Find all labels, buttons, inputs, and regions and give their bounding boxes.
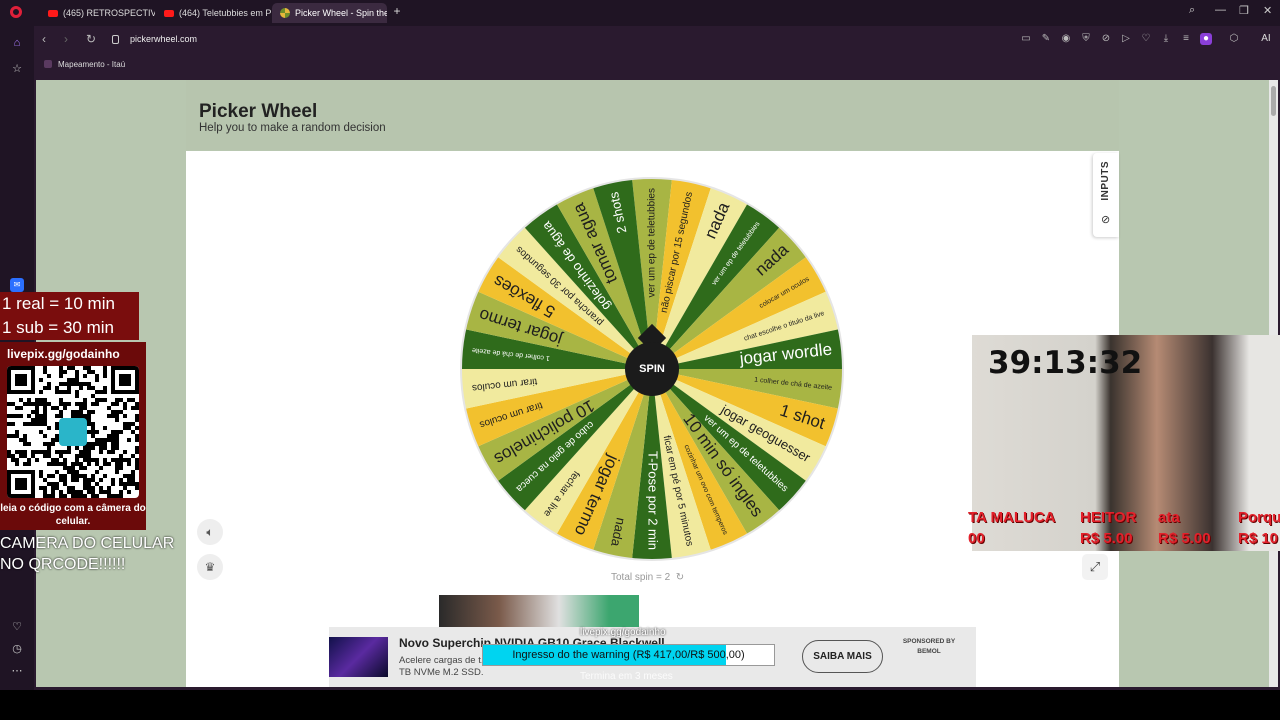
qr-caption: leia o código com a câmera do celular. <box>0 503 146 527</box>
ticker-amount: R$ 10 <box>1238 530 1279 547</box>
bookmark-mapeamento[interactable]: Mapeamento - Itaú <box>58 60 125 69</box>
tab-bar: (465) RETROSPECTIVA 202 (464) Teletubbie… <box>0 0 1280 26</box>
wheel-segment-label: T-Pose por 2 min <box>646 451 661 550</box>
ai-button[interactable]: AI <box>1252 33 1280 45</box>
speaker-icon: 🔈︎ <box>206 524 214 539</box>
page-subtitle: Help you to make a random decision <box>199 122 386 134</box>
tab-label: (465) RETROSPECTIVA 202 <box>63 8 155 18</box>
youtube-icon <box>48 9 58 17</box>
donation-goal-bar: Ingresso do the warning (R$ 417,00/R$ 50… <box>482 644 775 666</box>
qr-card: livepix.gg/godainho leia o código com a … <box>0 342 146 530</box>
ticker-name: Porque <box>1238 509 1280 526</box>
inputs-label: INPUTS <box>1100 161 1111 201</box>
eye-off-icon[interactable]: ⊘ <box>1101 213 1110 226</box>
tab-label: Picker Wheel - Spin the W <box>295 8 387 18</box>
more-icon[interactable]: ⋯ <box>10 664 24 678</box>
download-icon[interactable]: ⤓ <box>1160 33 1172 45</box>
wheel-segment-label: ver um ep de teletubbies <box>647 188 658 298</box>
back-icon[interactable]: ‹ <box>42 32 46 46</box>
wheel-icon <box>280 8 290 18</box>
inputs-tab[interactable]: INPUTS ⊘ <box>1093 153 1119 237</box>
camera-note: CAMERA DO CELULAR NO QRCODE!!!!!! <box>0 535 175 573</box>
lock-icon <box>112 35 119 44</box>
reload-icon[interactable]: ↻ <box>86 32 96 46</box>
star-icon[interactable]: ☆ <box>10 62 24 76</box>
donation-ticker-item: HEITOR R$ 5.00 <box>1080 507 1136 549</box>
opera-logo-icon[interactable] <box>10 6 22 18</box>
ticker-amount: R$ 5.00 <box>1080 530 1133 547</box>
donation-ticker-item: ata R$ 5.00 <box>1158 507 1211 549</box>
page-title: Picker Wheel <box>199 101 318 122</box>
bookmark-icon <box>44 60 52 68</box>
address-bar: ‹ › ↻ pickerwheel.com ▭ ✎ ◉ ⛨ ⊘ ▷ ♡ ⤓ ≡ … <box>34 28 1280 52</box>
tab-label: (464) Teletubbies em Portu <box>179 8 271 18</box>
ad-cta-button[interactable]: SAIBA MAIS <box>802 640 883 673</box>
scroll-thumb[interactable] <box>1271 86 1276 116</box>
url-field[interactable]: pickerwheel.com <box>130 34 197 44</box>
camera-icon[interactable]: ◉ <box>1060 33 1072 45</box>
trophy-button[interactable]: ♛ <box>197 554 223 580</box>
extensions-icon[interactable]: ⬡ <box>1228 33 1240 45</box>
trophy-icon: ♛ <box>204 560 216 574</box>
donation-rate-line: 1 real = 10 min <box>2 294 115 313</box>
sound-button[interactable]: 🔈︎ <box>197 519 223 545</box>
total-spin-count: Total spin = 2 ↻ <box>611 572 684 583</box>
qr-url: livepix.gg/godainho <box>7 347 120 361</box>
vpn-icon[interactable]: ⊘ <box>1100 33 1112 45</box>
ticker-name: TA MALUCA <box>968 509 1056 526</box>
page-header: Picker Wheel Help you to make a random d… <box>186 80 1119 150</box>
total-spin-label: Total spin = 2 <box>611 572 671 583</box>
favorite-icon[interactable]: ♡ <box>1140 33 1152 45</box>
menu-icon[interactable]: ≡ <box>1180 33 1192 45</box>
heart-icon[interactable]: ♡ <box>10 620 24 634</box>
tab-youtube-teletubbies[interactable]: (464) Teletubbies em Portu <box>156 3 271 23</box>
play-icon[interactable]: ▷ <box>1120 33 1132 45</box>
tab-picker-wheel[interactable]: Picker Wheel - Spin the W <box>272 3 387 23</box>
donation-ticker-item: TA MALUCA 00 <box>968 507 1055 549</box>
search-tabs-icon[interactable]: ⌕ <box>1189 4 1195 17</box>
ticker-name: ata <box>1158 509 1180 526</box>
reset-icon[interactable]: ↻ <box>673 572 684 583</box>
goal-username: livepix.gg/godainho <box>580 627 666 638</box>
donation-ticker-item: Porque R$ 10 <box>1238 507 1280 549</box>
expand-icon: ⤢ <box>1089 559 1101 574</box>
ticker-amount: R$ 5.00 <box>1158 530 1211 547</box>
profile-icon[interactable]: ● <box>1200 33 1212 45</box>
close-icon[interactable]: ✕ <box>1263 4 1272 17</box>
ticker-amount: 00 <box>968 530 985 547</box>
goal-text: Ingresso do the warning (R$ 417,00/R$ 50… <box>512 649 745 661</box>
maximize-icon[interactable]: ❐ <box>1239 4 1249 17</box>
minimize-icon[interactable]: — <box>1215 4 1226 16</box>
adblock-icon[interactable]: ⛨ <box>1080 33 1092 45</box>
forward-icon[interactable]: › <box>64 32 68 46</box>
messenger-icon[interactable]: ✉ <box>10 278 24 292</box>
subathon-timer: 39:13:32 <box>988 345 1143 381</box>
spin-button[interactable]: SPIN <box>625 342 679 396</box>
history-icon[interactable]: ◷ <box>10 642 24 656</box>
bookmarks-bar: Mapeamento - Itaú <box>34 55 1280 75</box>
new-tab-icon[interactable]: + <box>391 5 403 17</box>
reader-icon[interactable]: ▭ <box>1020 33 1032 45</box>
donation-rate-line: 1 sub = 30 min <box>2 318 114 337</box>
donation-rate-box: 1 real = 10 min 1 sub = 30 min <box>0 292 139 340</box>
edit-icon[interactable]: ✎ <box>1040 33 1052 45</box>
ticker-name: HEITOR <box>1080 509 1137 526</box>
overlay-video-clip <box>439 595 639 627</box>
qr-code-image <box>7 366 139 498</box>
ad-thumbnail[interactable] <box>329 637 388 677</box>
ad-sponsor: SPONSORED BY BEMOL <box>902 638 956 655</box>
fullscreen-button[interactable]: ⤢ <box>1082 554 1108 580</box>
picker-wheel[interactable]: ver um ep de teletubbies não piscar por 1… <box>459 176 845 562</box>
goal-deadline: Termina em 3 meses <box>580 671 673 682</box>
tab-youtube-retrospectiva[interactable]: (465) RETROSPECTIVA 202 <box>40 3 155 23</box>
home-icon[interactable]: ⌂ <box>10 36 24 50</box>
youtube-icon <box>164 9 174 17</box>
